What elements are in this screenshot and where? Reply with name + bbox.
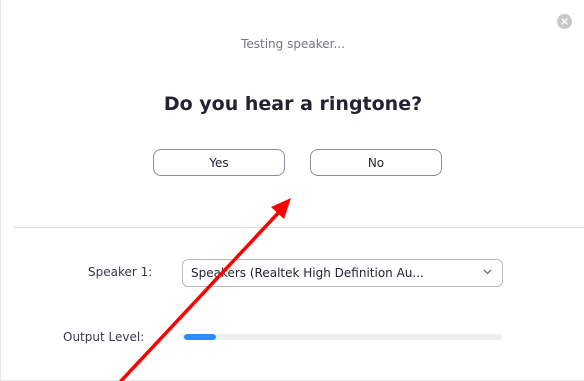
- question-heading: Do you hear a ringtone?: [163, 93, 423, 115]
- speaker-select[interactable]: Speakers (Realtek High Definition Au...: [182, 259, 503, 287]
- no-button[interactable]: No: [310, 149, 442, 176]
- close-button[interactable]: [557, 14, 572, 29]
- speaker-test-dialog: Testing speaker... Do you hear a rington…: [0, 0, 584, 381]
- yes-button[interactable]: Yes: [153, 149, 285, 176]
- output-level-meter: [182, 334, 502, 340]
- output-level-fill: [184, 334, 216, 340]
- close-icon: [561, 18, 568, 25]
- section-divider: [13, 227, 584, 228]
- output-level-label: Output Level:: [63, 330, 145, 344]
- chevron-down-icon: [483, 269, 492, 275]
- speaker-label: Speaker 1:: [88, 265, 153, 279]
- speaker-select-value: Speakers (Realtek High Definition Au...: [191, 266, 424, 280]
- status-text: Testing speaker...: [241, 37, 345, 51]
